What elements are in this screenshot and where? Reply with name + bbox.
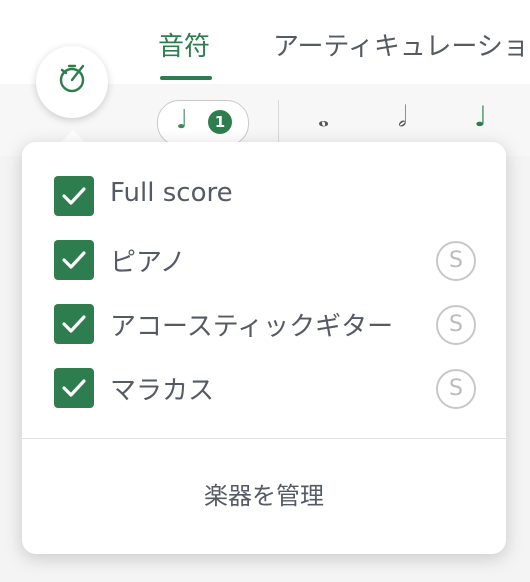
quarter-note-icon[interactable]: ♩ — [474, 100, 487, 133]
tab-articulation[interactable]: アーティキュレーショ — [273, 26, 529, 63]
part-checkbox[interactable] — [54, 368, 94, 408]
check-icon — [62, 251, 86, 269]
toolbar-divider — [278, 100, 279, 144]
part-row-full-score[interactable]: Full score — [54, 174, 494, 218]
metronome-icon — [59, 64, 85, 93]
metronome-button[interactable] — [36, 46, 108, 118]
part-checkbox[interactable] — [54, 240, 94, 280]
voice-number-badge: 1 — [208, 110, 232, 134]
check-icon — [62, 187, 86, 205]
part-label: アコースティックギター — [110, 312, 394, 342]
parts-popover: Full score ピアノ S アコースティックギター S マラカス S 楽器… — [22, 142, 506, 554]
note-icon: ♩ — [176, 105, 189, 135]
part-row-acoustic-guitar[interactable]: アコースティックギター S — [54, 302, 494, 346]
popover-divider — [22, 438, 506, 439]
tab-notes[interactable]: 音符 — [158, 26, 210, 63]
solo-button[interactable]: S — [436, 369, 476, 409]
manage-instruments-button[interactable]: 楽器を管理 — [22, 476, 506, 511]
voice-selector[interactable]: ♩ 1 — [157, 100, 249, 146]
part-label: マラカス — [110, 376, 215, 406]
part-label: ピアノ — [110, 248, 186, 278]
check-icon — [62, 315, 86, 333]
whole-note-icon[interactable]: 𝅝 — [318, 100, 329, 134]
part-label: Full score — [110, 178, 233, 208]
half-note-icon[interactable]: 𝅗𝅥 — [398, 100, 407, 134]
part-checkbox[interactable] — [54, 304, 94, 344]
check-icon — [62, 379, 86, 397]
part-row-piano[interactable]: ピアノ S — [54, 238, 494, 282]
part-checkbox[interactable] — [54, 176, 94, 216]
solo-button[interactable]: S — [436, 305, 476, 345]
active-tab-indicator — [160, 76, 212, 80]
part-row-maracas[interactable]: マラカス S — [54, 366, 494, 410]
solo-button[interactable]: S — [436, 241, 476, 281]
